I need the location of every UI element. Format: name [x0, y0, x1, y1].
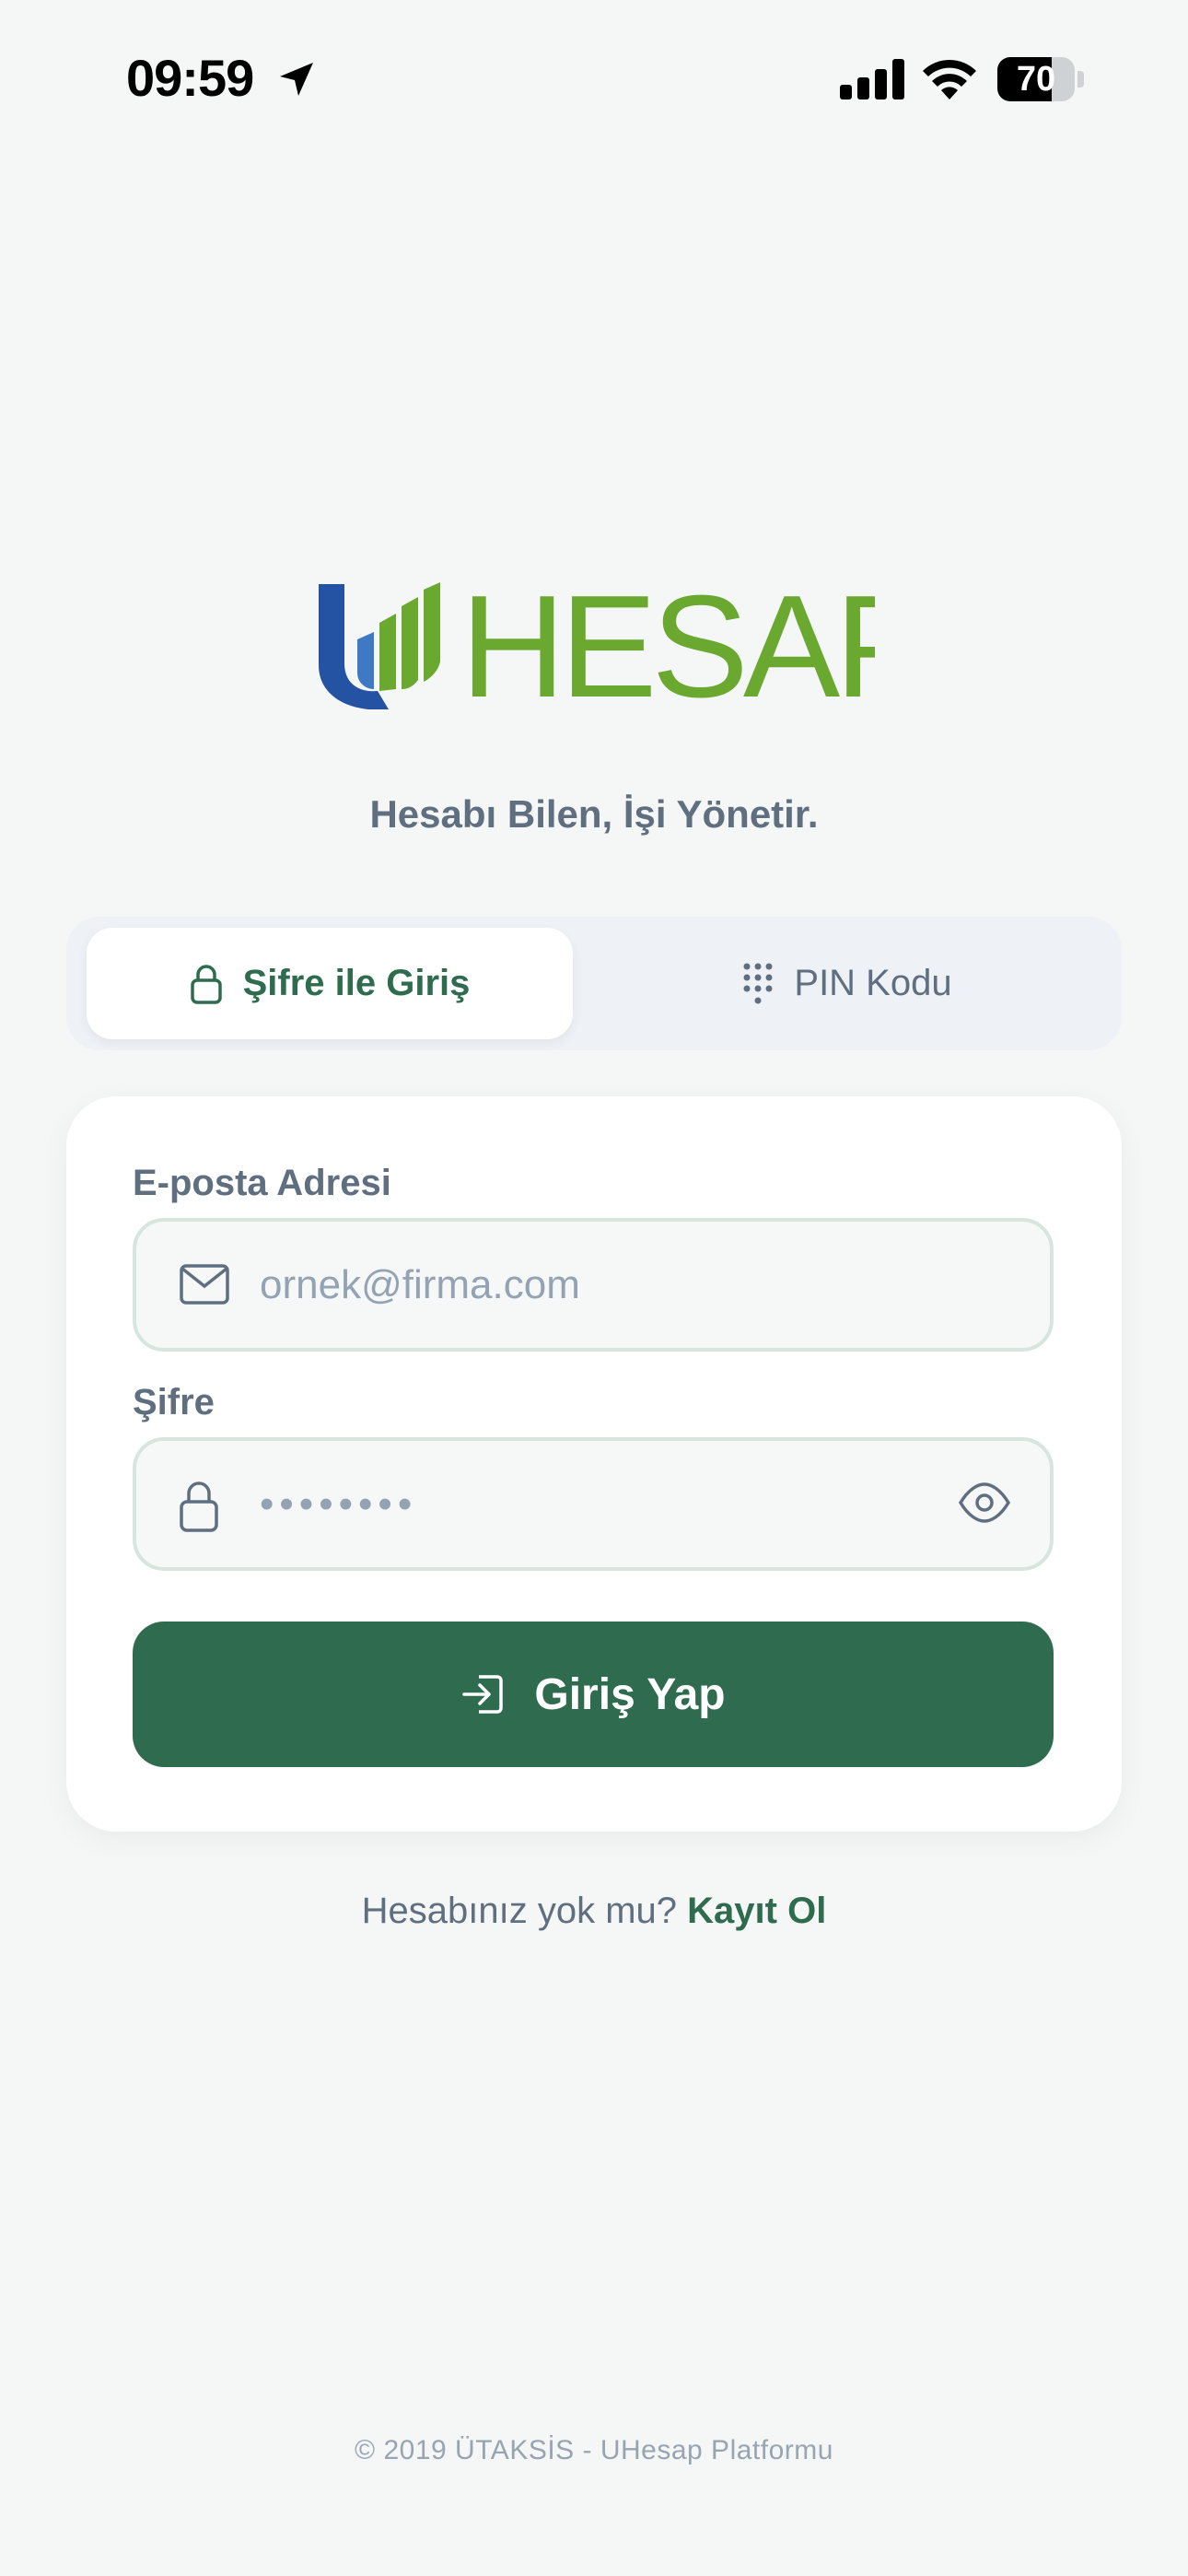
signup-prompt: Hesabınız yok mu?: [361, 1891, 678, 1931]
tab-password-label: Şifre ile Giriş: [242, 963, 471, 1003]
battery-level: 70: [1016, 60, 1056, 99]
cellular-signal-icon: [840, 59, 904, 100]
tab-pin-label: PIN Kodu: [794, 963, 952, 1003]
eye-icon[interactable]: [958, 1480, 1011, 1526]
login-arrow-icon: [462, 1675, 504, 1714]
lock-icon: [190, 964, 222, 1004]
password-label: Şifre: [133, 1382, 215, 1423]
lock-icon: [180, 1481, 218, 1532]
login-method-tabs: Şifre ile Giriş PIN Kodu: [66, 917, 1122, 1050]
tagline: Hesabı Bilen, İşi Yönetir.: [369, 792, 819, 836]
uhesap-logo: HESAP: [319, 580, 875, 709]
email-label: E-posta Adresi: [133, 1163, 391, 1203]
email-input[interactable]: [260, 1222, 960, 1348]
login-button[interactable]: Giriş Yap: [133, 1622, 1054, 1767]
login-card: E-posta Adresi Şifre Giriş Yap: [66, 1096, 1122, 1832]
battery-icon: 70: [997, 57, 1084, 101]
password-input[interactable]: [260, 1441, 960, 1567]
signup-row: Hesabınız yok mu? Kayıt Ol: [0, 1891, 1188, 1932]
location-arrow-icon: [280, 63, 313, 96]
tab-password-login[interactable]: Şifre ile Giriş: [87, 928, 573, 1039]
wifi-icon: [923, 59, 976, 100]
login-button-label: Giriş Yap: [534, 1669, 726, 1719]
email-field-container: [133, 1218, 1054, 1352]
tab-pin-code[interactable]: PIN Kodu: [593, 928, 1101, 1039]
logo-text: HESAP: [460, 580, 875, 709]
footer-copyright: © 2019 ÜTAKSİS - UHesap Platformu: [355, 2435, 833, 2465]
status-time: 09:59: [126, 49, 254, 107]
keypad-icon: [743, 963, 773, 1003]
mail-icon: [180, 1264, 229, 1305]
password-field-container: [133, 1437, 1054, 1571]
signup-link[interactable]: Kayıt Ol: [687, 1891, 826, 1931]
